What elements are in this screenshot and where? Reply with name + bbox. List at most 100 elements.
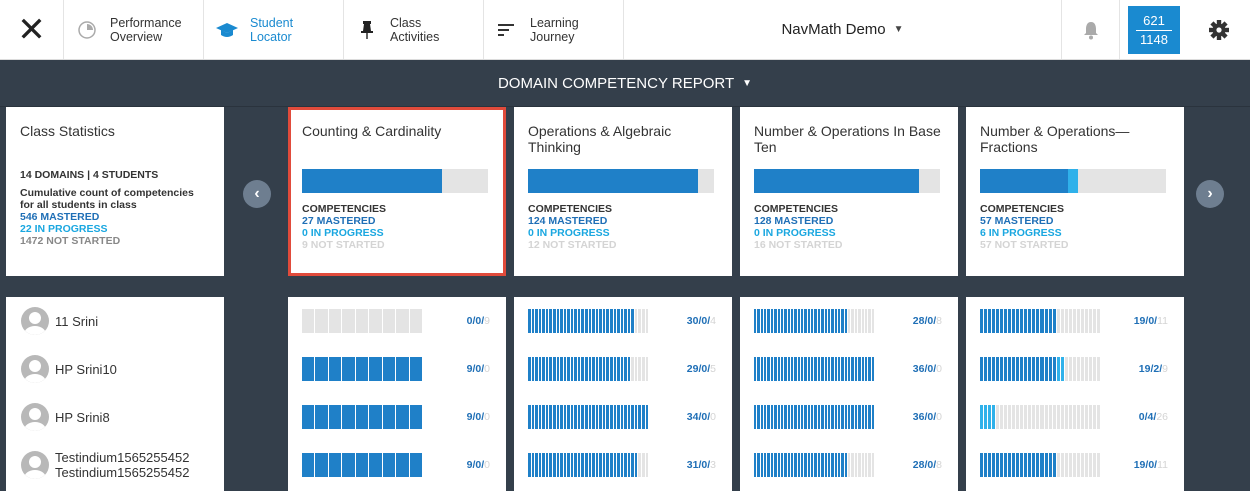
progress-segment <box>988 357 992 381</box>
stats-title: Class Statistics <box>20 123 115 139</box>
stats-mastered: 546 MASTERED <box>20 211 100 223</box>
progress-segment <box>567 405 570 429</box>
student-domain-progress[interactable]: 9/0/0 <box>288 393 506 441</box>
student-domain-progress[interactable]: 31/0/3 <box>514 441 732 489</box>
nav-class-activities[interactable]: Class Activities <box>344 0 484 59</box>
segmented-progress-bar <box>528 309 649 333</box>
bell-icon[interactable] <box>1062 0 1120 59</box>
student-domain-progress[interactable]: 34/0/0 <box>514 393 732 441</box>
progress-segment <box>1068 309 1072 333</box>
progress-segment <box>790 357 794 381</box>
progress-count: 9/0/0 <box>467 411 490 423</box>
progress-segment <box>1080 453 1084 477</box>
progress-segment <box>777 405 780 429</box>
progress-segment <box>531 309 535 333</box>
domain-not-started: 16 NOT STARTED <box>754 239 843 251</box>
progress-count: 29/0/5 <box>687 363 716 375</box>
course-selector[interactable]: NavMath Demo ▼ <box>624 0 1062 59</box>
progress-segment <box>642 309 645 333</box>
progress-segment <box>588 309 592 333</box>
progress-segment <box>602 453 606 477</box>
progress-segment <box>355 357 369 381</box>
count-part: 19/ <box>1133 459 1149 471</box>
progress-segment <box>821 453 824 477</box>
student-domain-progress[interactable]: 28/0/8 <box>740 441 958 489</box>
nav-performance-overview[interactable]: Performance Overview <box>64 0 204 59</box>
progress-segment <box>588 453 592 477</box>
progress-segment <box>811 453 814 477</box>
progress-segment <box>538 357 542 381</box>
progress-segment <box>609 309 613 333</box>
student-name: Testindium1565255452 Testindium156525545… <box>55 450 190 480</box>
student-domain-progress[interactable]: 28/0/8 <box>740 297 958 345</box>
progress-segment <box>602 357 606 381</box>
progress-segment <box>638 405 641 429</box>
progress-segment <box>804 453 807 477</box>
progress-count: 0/0/9 <box>467 315 490 327</box>
student-row[interactable]: HP Srini10 <box>6 345 224 393</box>
progress-segment <box>638 357 641 381</box>
progress-segment <box>797 309 801 333</box>
progress-segment <box>602 309 606 333</box>
student-row[interactable]: Testindium1565255452 Testindium156525545… <box>6 441 224 489</box>
student-domain-progress[interactable]: 9/0/0 <box>288 345 506 393</box>
progress-segment <box>851 309 854 333</box>
progress-segment <box>824 453 827 477</box>
progress-segment <box>369 453 382 477</box>
student-domain-progress[interactable]: 19/2/9 <box>966 345 1184 393</box>
progress-segment <box>777 309 780 333</box>
progress-segment <box>1080 405 1084 429</box>
progress-segment <box>790 405 794 429</box>
count-part: 0/ <box>475 459 485 471</box>
student-domain-progress[interactable]: 19/0/11 <box>966 297 1184 345</box>
progress-segment <box>602 405 606 429</box>
student-domain-progress[interactable]: 36/0/0 <box>740 345 958 393</box>
progress-segment <box>760 309 764 333</box>
progress-segment <box>585 309 588 333</box>
score-divider <box>1136 29 1172 31</box>
student-domain-progress[interactable]: 29/0/5 <box>514 345 732 393</box>
progress-segment <box>804 309 807 333</box>
progress-segment <box>784 357 787 381</box>
progress-segment <box>581 405 584 429</box>
progress-segment <box>1068 453 1072 477</box>
student-row[interactable]: 11 Srini <box>6 297 224 345</box>
student-domain-progress[interactable]: 36/0/0 <box>740 393 958 441</box>
student-domain-progress[interactable]: 9/0/0 <box>288 441 506 489</box>
progress-segment <box>1052 453 1056 477</box>
progress-segment <box>841 453 844 477</box>
count-part: 0/ <box>701 459 711 471</box>
gear-icon[interactable] <box>1188 0 1250 59</box>
progress-segment <box>1072 405 1076 429</box>
progress-segment <box>535 405 538 429</box>
student-domain-progress[interactable]: 19/0/11 <box>966 441 1184 489</box>
student-row[interactable]: HP Srini8 <box>6 393 224 441</box>
close-icon[interactable]: ✕ <box>0 0 64 59</box>
nav-student-locator[interactable]: Student Locator <box>204 0 344 59</box>
progress-segment <box>577 453 581 477</box>
progress-segment <box>396 309 409 333</box>
count-part: 19/ <box>1133 315 1149 327</box>
progress-segment <box>844 357 848 381</box>
nav-learning-journey[interactable]: Learning Journey <box>484 0 624 59</box>
student-domain-progress[interactable]: 0/4/26 <box>966 393 1184 441</box>
score-badge[interactable]: 621 1148 <box>1128 6 1180 54</box>
domain-card-operations-algebraic[interactable]: Operations & Algebraic Thinking COMPETEN… <box>514 107 732 276</box>
student-domain-progress[interactable]: 30/0/4 <box>514 297 732 345</box>
domain-card-counting-cardinality[interactable]: Counting & Cardinality COMPETENCIES 27 M… <box>288 107 506 276</box>
domain-in-progress: 0 IN PROGRESS <box>754 227 836 239</box>
next-arrow-icon[interactable]: › <box>1196 180 1224 208</box>
journey-icon <box>494 17 520 43</box>
student-domain-progress[interactable]: 0/0/9 <box>288 297 506 345</box>
progress-segment <box>1024 405 1028 429</box>
previous-arrow-icon[interactable]: ‹ <box>243 180 271 208</box>
progress-segment <box>1016 309 1020 333</box>
domain-card-base-ten[interactable]: Number & Operations In Base Ten COMPETEN… <box>740 107 958 276</box>
progress-segment <box>302 405 315 429</box>
domain-card-fractions[interactable]: Number & Operations—Fractions COMPETENCI… <box>966 107 1184 276</box>
report-selector[interactable]: DOMAIN COMPETENCY REPORT ▼ <box>0 60 1250 106</box>
progress-segment <box>609 453 613 477</box>
progress-segment <box>592 357 595 381</box>
progress-segment <box>545 405 549 429</box>
progress-segment <box>848 405 851 429</box>
